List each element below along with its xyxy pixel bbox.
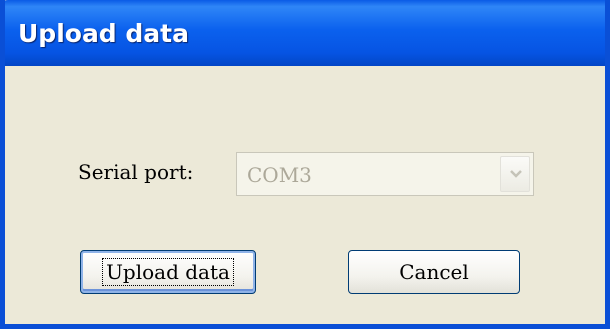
serial-port-label: Serial port: [78,160,194,184]
title-bar[interactable]: Upload data [5,0,605,66]
window-title: Upload data [18,19,189,48]
upload-data-button[interactable]: Upload data [80,250,256,294]
serial-port-dropdown-button[interactable] [500,156,530,192]
cancel-button-label: Cancel [399,260,469,284]
upload-data-dialog: Upload data Serial port: COM3 Upload dat… [0,0,610,329]
serial-port-select[interactable]: COM3 [236,152,534,196]
chevron-down-icon [510,170,522,178]
upload-data-button-label: Upload data [102,258,234,286]
serial-port-value: COM3 [247,163,312,187]
cancel-button[interactable]: Cancel [348,250,520,294]
